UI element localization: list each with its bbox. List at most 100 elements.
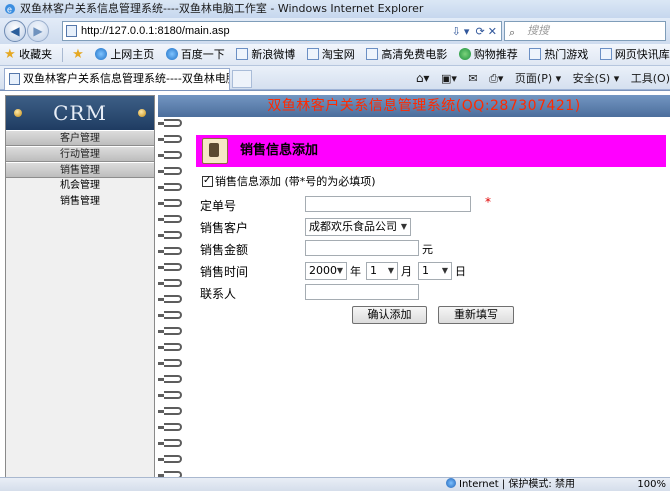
fav-item-shopping[interactable]: 购物推荐 xyxy=(455,44,522,65)
window-title-bar: e 双鱼林客户关系信息管理系统----双鱼林电脑工作室 - Windows In… xyxy=(0,0,670,18)
year-unit: 年 xyxy=(350,265,361,278)
contact-input[interactable] xyxy=(305,284,419,300)
form-title: 销售信息添加 xyxy=(240,143,319,158)
fav-item-webslices[interactable]: 网页快讯库 ▾ xyxy=(596,44,670,65)
crm-logo: CRM xyxy=(6,96,154,130)
customer-select[interactable]: 成都欢乐食品公司 ▼ xyxy=(305,218,411,236)
feeds-icon[interactable]: ▣▾ xyxy=(441,70,457,88)
fav-item-games[interactable]: 热门游戏 xyxy=(525,44,592,65)
year-value: 2000 xyxy=(309,264,337,277)
back-arrow-icon: ◀ xyxy=(10,24,20,38)
status-bar: Internet | 保护模式: 禁用 100% xyxy=(0,477,670,491)
favorites-label: 收藏夹 xyxy=(19,48,53,61)
spiral-ring-icon xyxy=(158,199,182,207)
back-button[interactable]: ◀ xyxy=(4,20,26,42)
spiral-ring-icon xyxy=(158,151,182,159)
month-value: 1 xyxy=(370,264,377,277)
divider xyxy=(61,48,63,62)
checkbox-icon xyxy=(202,174,213,188)
add-star-icon: ★ xyxy=(72,47,84,62)
fav-item-weibo[interactable]: 新浪微博 xyxy=(232,44,299,65)
star-icon: ★ xyxy=(4,47,16,62)
sales-form: 销售信息添加 销售信息添加 (带*号的为必填项) 定单号 * 销售客户 成都欢乐… xyxy=(196,135,666,465)
required-mark: * xyxy=(485,195,491,209)
tab-label: 双鱼林客户关系信息管理系统----双鱼林电脑工作... xyxy=(23,72,229,85)
sidebar-item-action[interactable]: 行动管理 xyxy=(6,146,154,162)
page-menu[interactable]: 页面(P) ▾ xyxy=(515,70,561,88)
year-select[interactable]: 2000 ▼ xyxy=(305,262,347,280)
reset-button[interactable]: 重新填写 xyxy=(438,306,514,324)
spiral-ring-icon xyxy=(158,247,182,255)
spiral-ring-icon xyxy=(158,135,182,143)
chevron-down-icon: ▼ xyxy=(400,222,407,231)
new-tab-button[interactable] xyxy=(232,70,252,88)
spiral-ring-icon xyxy=(158,295,182,303)
spiral-ring-icon xyxy=(158,263,182,271)
form-title-bar: 销售信息添加 xyxy=(196,135,666,167)
fav-item-baidu[interactable]: 百度一下 xyxy=(162,44,229,65)
customer-row: 销售客户 成都欢乐食品公司 ▼ xyxy=(200,217,660,237)
fav-item-homepage[interactable]: 上网主页 xyxy=(91,44,158,65)
day-select[interactable]: 1 ▼ xyxy=(418,262,452,280)
bullet-icon xyxy=(138,109,146,117)
favorites-button[interactable]: ★ 收藏夹 xyxy=(0,44,56,65)
print-icon[interactable]: ⎙▾ xyxy=(489,70,503,88)
security-zone[interactable]: Internet | 保护模式: 禁用 xyxy=(446,478,575,491)
sidebar-subitem-opportunity[interactable]: 机会管理 xyxy=(6,178,154,194)
sidebar-item-customer[interactable]: 客户管理 xyxy=(6,130,154,146)
tools-menu[interactable]: 工具(O) xyxy=(631,70,670,88)
page-icon xyxy=(366,48,379,60)
sales-icon xyxy=(202,138,228,164)
safety-menu[interactable]: 安全(S) ▾ xyxy=(573,70,620,88)
tab-active[interactable]: 双鱼林客户关系信息管理系统----双鱼林电脑工作... xyxy=(4,68,230,90)
mail-icon[interactable]: ✉ xyxy=(468,70,477,88)
forward-button[interactable]: ▶ xyxy=(27,20,49,42)
address-tools[interactable]: ⇩ ▾ ⟳ ✕ xyxy=(452,23,497,41)
bullet-icon xyxy=(14,109,22,117)
order-no-input[interactable] xyxy=(305,196,471,212)
spiral-ring-icon xyxy=(158,231,182,239)
sidebar-subitem-sales[interactable]: 销售管理 xyxy=(6,194,154,210)
chevron-down-icon: ▼ xyxy=(336,266,343,275)
month-select[interactable]: 1 ▼ xyxy=(366,262,398,280)
page-icon xyxy=(529,48,542,60)
system-title: 双鱼林客户关系信息管理系统(QQ:287307421) xyxy=(158,95,670,117)
spiral-ring-icon xyxy=(158,167,182,175)
confirm-add-button[interactable]: 确认添加 xyxy=(352,306,427,324)
spiral-ring-icon xyxy=(158,423,182,431)
sidebar: CRM 客户管理 行动管理 销售管理 机会管理 销售管理 xyxy=(5,95,155,477)
ie-icon: e xyxy=(4,3,16,15)
add-favorite-button[interactable]: ★ xyxy=(68,44,88,65)
sidebar-item-sales[interactable]: 销售管理 xyxy=(6,162,154,178)
security-zone-text: Internet | 保护模式: 禁用 xyxy=(459,479,575,490)
page-icon xyxy=(599,48,612,60)
spiral-ring-icon xyxy=(158,183,182,191)
date-label: 销售时间 xyxy=(200,265,249,279)
fav-label: 新浪微博 xyxy=(251,48,296,61)
address-row: ◀ ▶ http://127.0.0.1:8180/main.asp ⇩ ▾ ⟳… xyxy=(0,18,670,44)
amount-unit: 元 xyxy=(422,243,433,256)
tab-bar: 双鱼林客户关系信息管理系统----双鱼林电脑工作... ⌂▾ ▣▾ ✉ ⎙▾ 页… xyxy=(0,66,670,90)
spiral-binding xyxy=(158,95,184,477)
form-subtitle-text: 销售信息添加 (带*号的为必填项) xyxy=(215,175,376,188)
search-input[interactable]: ⌕ 搜搜 xyxy=(504,21,666,41)
favorites-bar: ★ 收藏夹 ★ 上网主页 百度一下 新浪微博 淘宝网 高清免费电影 购物推荐 热… xyxy=(0,44,670,66)
spiral-ring-icon xyxy=(158,119,182,127)
contact-label: 联系人 xyxy=(200,287,237,301)
page-icon xyxy=(306,48,319,60)
amount-row: 销售金额 元 xyxy=(200,239,660,259)
globe-icon xyxy=(446,478,456,488)
fav-item-taobao[interactable]: 淘宝网 xyxy=(303,44,359,65)
fav-label: 高清免费电影 xyxy=(381,48,448,61)
amount-input[interactable] xyxy=(305,240,419,256)
fav-label: 热门游戏 xyxy=(544,48,589,61)
ie-icon xyxy=(95,48,108,60)
home-icon[interactable]: ⌂▾ xyxy=(416,69,430,87)
zoom-level[interactable]: 100% xyxy=(637,478,666,491)
address-input[interactable]: http://127.0.0.1:8180/main.asp ⇩ ▾ ⟳ ✕ xyxy=(62,21,502,41)
form-subtitle: 销售信息添加 (带*号的为必填项) xyxy=(202,174,376,189)
order-no-label: 定单号 xyxy=(200,199,237,213)
spiral-ring-icon xyxy=(158,359,182,367)
crm-logo-text: CRM xyxy=(53,101,107,125)
fav-item-movies[interactable]: 高清免费电影 xyxy=(362,44,451,65)
